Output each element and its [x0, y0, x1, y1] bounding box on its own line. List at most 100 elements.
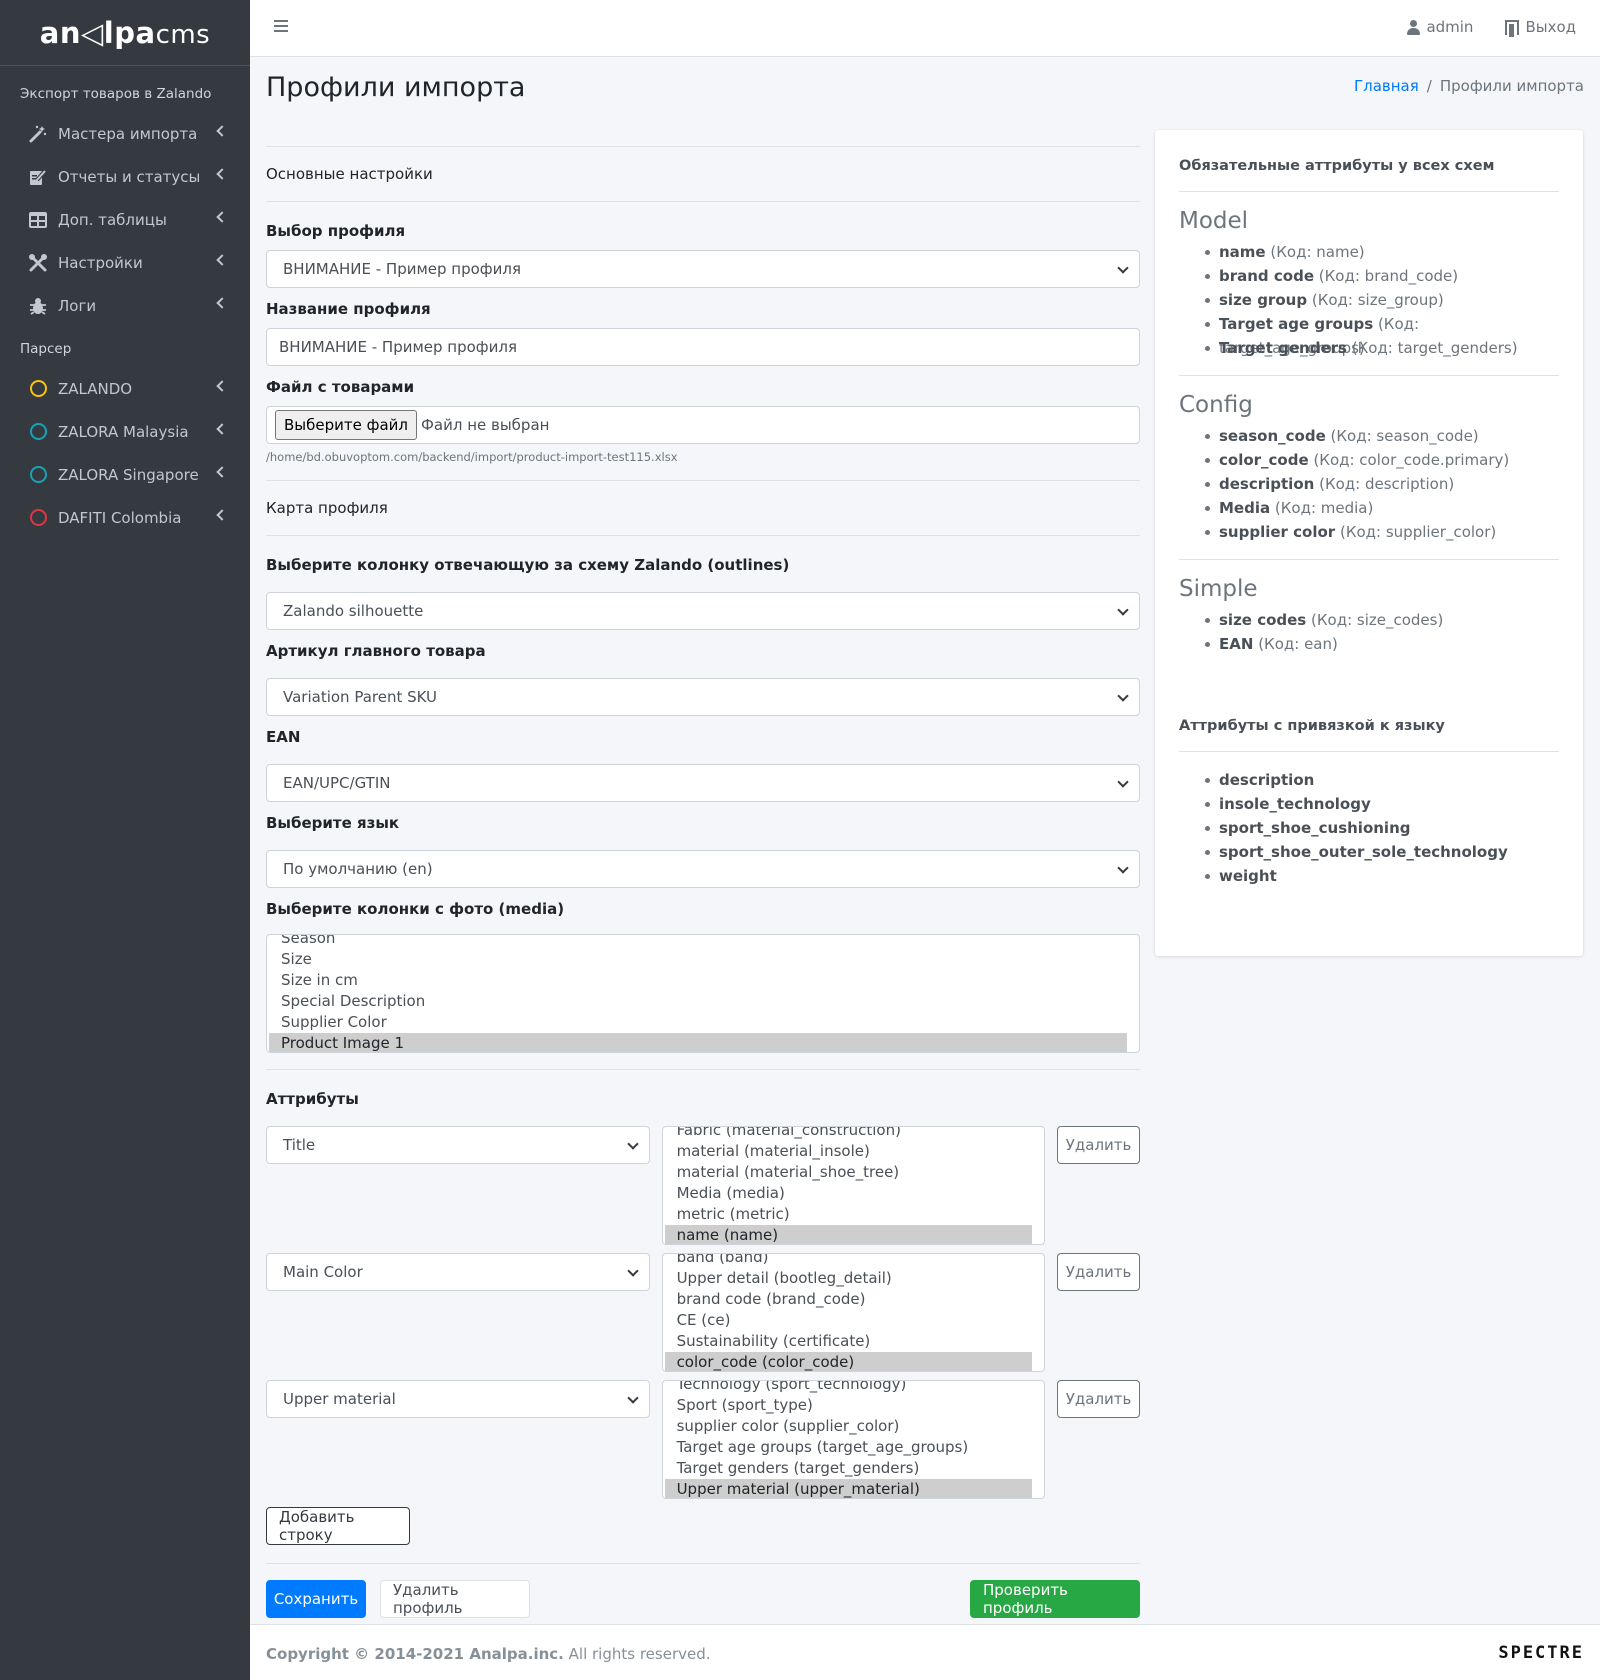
sidebar-item-dafiti-colombia[interactable]: DAFITI Colombia	[0, 496, 250, 539]
sidebar-item-settings[interactable]: Настройки	[0, 241, 250, 284]
list-option[interactable]: band (band)	[663, 1254, 1045, 1268]
page-title: Профили импорта	[266, 72, 526, 103]
attribute-target-multiselect[interactable]: band (band) Upper detail (bootleg_detail…	[661, 1253, 1046, 1372]
chevron-left-icon	[216, 125, 228, 137]
magic-wand-icon	[28, 124, 48, 144]
list-option[interactable]: material (material_insole)	[663, 1141, 1045, 1162]
breadcrumb-current: Профили импорта	[1439, 77, 1584, 95]
list-option[interactable]: Technology (sport_technology)	[663, 1381, 1045, 1395]
list-option[interactable]: Target genders (target_genders)	[663, 1458, 1045, 1479]
list-option[interactable]: CE (ce)	[663, 1310, 1045, 1331]
add-row-button[interactable]: Добавить строку	[266, 1507, 410, 1545]
attribute-source-select[interactable]: Upper material	[266, 1380, 650, 1418]
attribute-source-value: Title	[283, 1136, 316, 1154]
tools-icon	[28, 253, 48, 273]
attribute-list: season_code (Код: season_code) color_cod…	[1179, 424, 1559, 544]
chevron-left-icon	[216, 297, 228, 309]
list-option[interactable]: Size	[267, 949, 1139, 970]
file-input[interactable]: Выберите файл Файл не выбран	[266, 406, 1140, 444]
choose-file-button[interactable]: Выберите файл	[275, 410, 417, 440]
sidebar-item-logs[interactable]: Логи	[0, 284, 250, 327]
list-item: size codes (Код: size_codes)	[1179, 608, 1559, 632]
lang-select-value: По умолчанию (en)	[283, 860, 433, 878]
sidebar-item-import-wizards[interactable]: Мастера импорта	[0, 112, 250, 155]
sidebar-section-parser: Парсер	[20, 341, 72, 357]
sku-select-value: Variation Parent SKU	[283, 688, 438, 706]
logo-suffix: cms	[155, 19, 211, 50]
attribute-source-select[interactable]: Title	[266, 1126, 650, 1164]
list-option[interactable]: Special Description	[267, 991, 1139, 1012]
list-item: season_code (Код: season_code)	[1179, 424, 1559, 448]
attribute-target-multiselect[interactable]: Technology (sport_technology) Sport (spo…	[661, 1380, 1046, 1499]
delete-attribute-button[interactable]: Удалить	[1057, 1380, 1140, 1418]
sidebar-item-zalora-singapore[interactable]: ZALORA Singapore	[0, 453, 250, 496]
lang-label: Выберите язык	[266, 814, 400, 832]
delete-attribute-button[interactable]: Удалить	[1057, 1126, 1140, 1164]
sidebar-item-label: DAFITI Colombia	[58, 508, 182, 527]
sidebar-item-reports[interactable]: Отчеты и статусы	[0, 155, 250, 198]
list-option[interactable]: Sustainability (certificate)	[663, 1331, 1045, 1352]
sidebar-item-label: Мастера импорта	[58, 124, 198, 143]
list-option-selected[interactable]: Product Image 1	[269, 1033, 1127, 1052]
spectre-logo: SPECTRE	[1498, 1643, 1584, 1663]
save-button[interactable]: Сохранить	[266, 1580, 366, 1618]
list-item: brand code (Код: brand_code)	[1179, 264, 1559, 288]
breadcrumb-home-link[interactable]: Главная	[1354, 77, 1419, 95]
footer: Copyright © 2014-2021 Analpa.inc. All ri…	[250, 1624, 1600, 1680]
copyright: Copyright © 2014-2021 Analpa.inc. All ri…	[266, 1645, 711, 1663]
list-option[interactable]: supplier color (supplier_color)	[663, 1416, 1045, 1437]
file-path: /home/bd.obuvoptom.com/backend/import/pr…	[266, 450, 678, 464]
sidebar-section-export: Экспорт товаров в Zalando	[20, 86, 212, 102]
attribute-row: Title Fabric (material_construction) mat…	[266, 1126, 1140, 1245]
profile-select[interactable]: ВНИМАНИЕ - Пример профиля	[266, 250, 1140, 288]
brand-logo[interactable]: an◁lpa cms	[0, 0, 250, 66]
attributes-label: Аттрибуты	[266, 1090, 359, 1108]
list-option-selected[interactable]: color_code (color_code)	[664, 1352, 1033, 1371]
lang-select[interactable]: По умолчанию (en)	[266, 850, 1140, 888]
list-option[interactable]: Fabric (material_construction)	[663, 1127, 1045, 1141]
list-item: description	[1179, 768, 1559, 792]
user-name: admin	[1426, 18, 1474, 36]
list-item: supplier color (Код: supplier_color)	[1179, 520, 1559, 544]
lang-attributes-title: Аттрибуты с привязкой к языку	[1179, 718, 1445, 734]
list-option[interactable]: Upper detail (bootleg_detail)	[663, 1268, 1045, 1289]
ean-select[interactable]: EAN/UPC/GTIN	[266, 764, 1140, 802]
profile-select-label: Выбор профиля	[266, 222, 406, 240]
user-menu[interactable]: admin	[1407, 18, 1473, 36]
list-option[interactable]: metric (metric)	[663, 1204, 1045, 1225]
attribute-target-multiselect[interactable]: Fabric (material_construction) material …	[661, 1126, 1046, 1245]
user-icon	[1407, 19, 1421, 35]
chevron-left-icon	[216, 466, 228, 478]
list-option[interactable]: Season	[267, 935, 1139, 949]
profile-name-input[interactable]: ВНИМАНИЕ - Пример профиля	[266, 328, 1140, 366]
list-option[interactable]: brand code (brand_code)	[663, 1289, 1045, 1310]
table-icon	[28, 210, 48, 230]
check-profile-button[interactable]: Проверить профиль	[970, 1580, 1140, 1618]
group-heading: Simple	[1179, 576, 1258, 602]
list-option[interactable]: Media (media)	[663, 1183, 1045, 1204]
list-option-selected[interactable]: Upper material (upper_material)	[664, 1479, 1033, 1498]
media-multiselect[interactable]: Season Size Size in cm Special Descripti…	[266, 934, 1140, 1053]
logout-link[interactable]: Выход	[1505, 18, 1576, 37]
list-option[interactable]: Size in cm	[267, 970, 1139, 991]
sidebar-item-label: Доп. таблицы	[58, 210, 167, 229]
attribute-source-select[interactable]: Main Color	[266, 1253, 650, 1291]
list-option-selected[interactable]: name (name)	[664, 1225, 1033, 1244]
sidebar-item-zalora-malaysia[interactable]: ZALORA Malaysia	[0, 410, 250, 453]
scheme-select[interactable]: Zalando silhouette	[266, 592, 1140, 630]
delete-profile-button[interactable]: Удалить профиль	[380, 1580, 530, 1618]
attribute-list: size codes (Код: size_codes) EAN (Код: e…	[1179, 608, 1559, 656]
menu-toggle-icon[interactable]	[274, 20, 288, 32]
list-option[interactable]: material (material_shoe_tree)	[663, 1162, 1045, 1183]
delete-attribute-button[interactable]: Удалить	[1057, 1253, 1140, 1291]
sku-select[interactable]: Variation Parent SKU	[266, 678, 1140, 716]
sidebar-item-zalando[interactable]: ZALANDO	[0, 367, 250, 410]
list-option[interactable]: Supplier Color	[267, 1012, 1139, 1033]
list-option[interactable]: Target age groups (target_age_groups)	[663, 1437, 1045, 1458]
list-item: EAN (Код: ean)	[1179, 632, 1559, 656]
list-option[interactable]: Sport (sport_type)	[663, 1395, 1045, 1416]
list-item: Target age groups (Код: target_age_group…	[1179, 312, 1559, 357]
sidebar-item-tables[interactable]: Доп. таблицы	[0, 198, 250, 241]
attribute-row: Upper material Technology (sport_technol…	[266, 1380, 1140, 1499]
list-item: color_code (Код: color_code.primary)	[1179, 448, 1559, 472]
